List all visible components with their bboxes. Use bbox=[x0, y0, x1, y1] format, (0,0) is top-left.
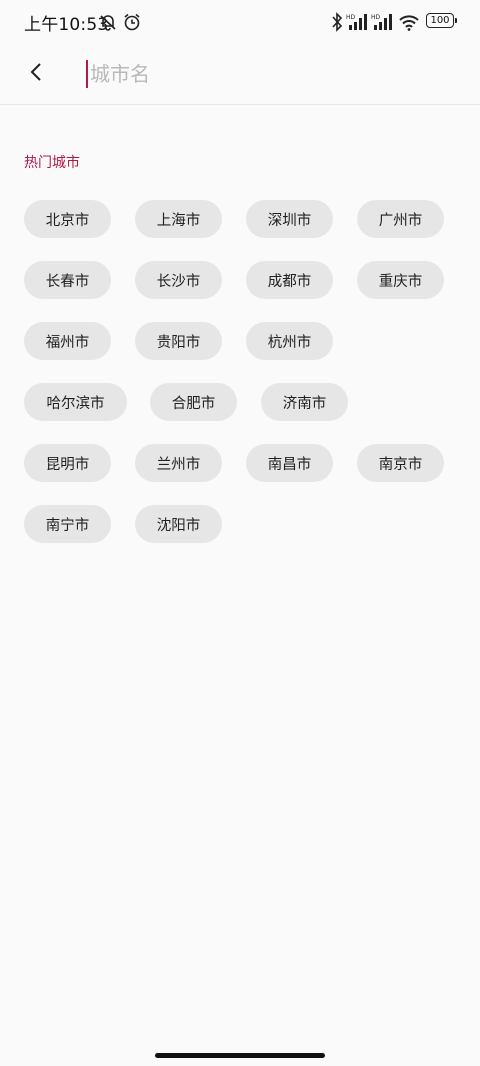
search-header bbox=[0, 44, 480, 105]
city-chip[interactable]: 南京市 bbox=[357, 444, 444, 482]
hot-cities-title: 热门城市 bbox=[24, 155, 80, 171]
city-chip[interactable]: 深圳市 bbox=[246, 200, 333, 238]
svg-text:HD: HD bbox=[371, 14, 381, 21]
city-chip[interactable]: 杭州市 bbox=[246, 322, 333, 360]
city-chip[interactable]: 长春市 bbox=[24, 261, 111, 299]
wifi-icon bbox=[398, 12, 420, 36]
text-cursor bbox=[86, 60, 88, 88]
mute-bell-icon bbox=[98, 12, 118, 36]
signal-hd-icon: HD bbox=[346, 12, 368, 36]
status-time: 上午10:53 bbox=[24, 15, 109, 35]
bluetooth-icon bbox=[330, 12, 344, 36]
city-chip[interactable]: 上海市 bbox=[135, 200, 222, 238]
city-chip[interactable]: 沈阳市 bbox=[135, 505, 222, 543]
city-chip[interactable]: 合肥市 bbox=[150, 383, 237, 421]
svg-text:HD: HD bbox=[346, 14, 356, 21]
city-chip[interactable]: 昆明市 bbox=[24, 444, 111, 482]
city-chip[interactable]: 成都市 bbox=[246, 261, 333, 299]
city-chip[interactable]: 哈尔滨市 bbox=[24, 383, 127, 421]
home-indicator[interactable] bbox=[155, 1053, 325, 1058]
city-chip[interactable]: 福州市 bbox=[24, 322, 111, 360]
city-chip[interactable]: 南昌市 bbox=[246, 444, 333, 482]
city-chip[interactable]: 南宁市 bbox=[24, 505, 111, 543]
city-chip[interactable]: 北京市 bbox=[24, 200, 111, 238]
city-chip[interactable]: 重庆市 bbox=[357, 261, 444, 299]
city-chip[interactable]: 长沙市 bbox=[135, 261, 222, 299]
city-chip[interactable]: 广州市 bbox=[357, 200, 444, 238]
city-chip[interactable]: 济南市 bbox=[261, 383, 348, 421]
city-chip[interactable]: 贵阳市 bbox=[135, 322, 222, 360]
city-chip[interactable]: 兰州市 bbox=[135, 444, 222, 482]
status-bar: 上午10:53 HD HD 100 bbox=[0, 0, 480, 44]
back-arrow-icon bbox=[29, 62, 43, 86]
alarm-icon bbox=[122, 12, 142, 36]
city-search-input[interactable] bbox=[86, 58, 450, 90]
battery-icon: 100 bbox=[426, 13, 457, 28]
back-button[interactable] bbox=[18, 56, 54, 92]
signal-hd-icon: HD bbox=[371, 12, 393, 36]
